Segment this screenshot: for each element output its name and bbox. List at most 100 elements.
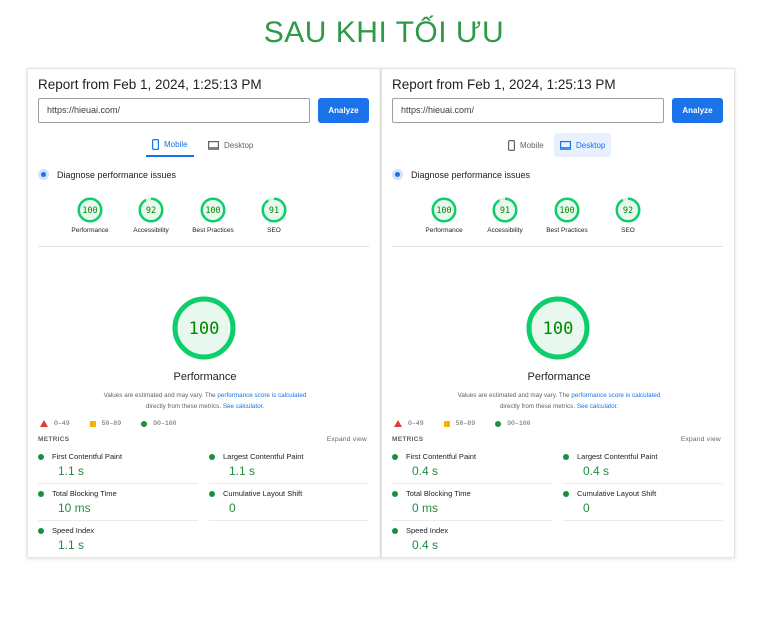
divider — [38, 246, 369, 247]
score-gauge-seo[interactable]: 91 SEO — [244, 197, 304, 234]
divider — [392, 246, 723, 247]
good-status-icon — [209, 453, 215, 460]
expand-view-toggle[interactable]: Expand view — [681, 436, 721, 443]
phone-icon — [152, 138, 159, 150]
metric-divider — [38, 520, 198, 521]
metric-item: Total Blocking Time 10 ms — [38, 489, 188, 515]
diagnose-header: Diagnose performance issues — [392, 169, 530, 180]
metric-value: 10 ms — [58, 501, 91, 515]
tab-mobile[interactable]: Mobile — [146, 133, 194, 157]
metric-name: Speed Index — [52, 526, 95, 535]
score-gauge-value: 100 — [436, 206, 451, 216]
metric-name-row: Speed Index — [38, 526, 188, 535]
score-legend: 0–49 50–89 90–100 — [40, 420, 177, 427]
tab-desktop[interactable]: Desktop — [554, 133, 612, 157]
note-text-1: Values are estimated and may vary. The — [103, 392, 218, 399]
metric-value: 1.1 s — [58, 538, 85, 552]
url-input[interactable]: https://hieuai.com/ — [392, 98, 664, 123]
analyze-button[interactable]: Analyze — [318, 98, 369, 123]
circle-icon — [141, 420, 148, 427]
score-gauge-label: SEO — [621, 227, 635, 234]
score-gauge-svg: 100 — [77, 197, 103, 223]
good-status-icon — [563, 490, 569, 497]
performance-gauge-value: 100 — [543, 319, 574, 339]
metric-value: 1.1 s — [229, 464, 256, 478]
metric-value: 0 — [229, 501, 236, 515]
score-gauge-best-practices[interactable]: 100 Best Practices — [183, 197, 243, 234]
monitor-icon — [208, 140, 219, 150]
tab-mobile-label: Mobile — [520, 140, 544, 150]
tab-mobile[interactable]: Mobile — [502, 133, 550, 157]
metrics-header: METRICS — [392, 436, 424, 443]
tab-desktop-label: Desktop — [224, 140, 254, 150]
score-gauge-accessibility[interactable]: 91 Accessibility — [475, 197, 535, 234]
metric-name: Total Blocking Time — [406, 489, 471, 498]
url-input[interactable]: https://hieuai.com/ — [38, 98, 310, 123]
tab-desktop[interactable]: Desktop — [202, 133, 259, 157]
score-gauge-svg: 100 — [200, 197, 226, 223]
performance-gauge: 100 — [526, 296, 590, 365]
score-gauge-label: Best Practices — [192, 227, 234, 234]
note-text-2: directly from these metrics. — [145, 403, 223, 410]
note-text-2: directly from these metrics. — [499, 403, 577, 410]
triangle-icon — [394, 420, 402, 427]
metric-divider — [392, 520, 552, 521]
metric-item: Largest Contentful Paint 1.1 s — [209, 452, 359, 478]
legend-good: 90–100 — [495, 420, 531, 427]
tab-desktop-label: Desktop — [576, 140, 606, 150]
calculator-link[interactable]: See calculator. — [223, 403, 264, 410]
good-status-icon — [392, 527, 398, 534]
metric-name-row: Largest Contentful Paint — [563, 452, 713, 461]
diagnose-icon — [392, 169, 403, 180]
score-gauge-label: Accessibility — [133, 227, 169, 234]
metric-name: Cumulative Layout Shift — [577, 489, 657, 498]
analyze-button[interactable]: Analyze — [672, 98, 723, 123]
good-status-icon — [563, 453, 569, 460]
score-calc-link[interactable]: performance score is calculated — [571, 392, 660, 399]
diagnose-label: Diagnose performance issues — [411, 169, 531, 180]
square-icon — [443, 420, 450, 427]
calculator-link[interactable]: See calculator. — [577, 403, 618, 410]
performance-gauge-value: 100 — [189, 319, 220, 339]
metric-item: Total Blocking Time 0 ms — [392, 489, 542, 515]
good-status-icon — [38, 453, 44, 460]
legend-good: 90–100 — [141, 420, 177, 427]
score-gauge-value: 100 — [205, 206, 220, 216]
score-gauge-value: 100 — [559, 206, 574, 216]
performance-gauge-svg: 100 — [172, 296, 236, 360]
metric-value: 0 — [583, 501, 590, 515]
score-gauge-best-practices[interactable]: 100 Best Practices — [537, 197, 597, 234]
legend-average-label: 50–89 — [101, 420, 122, 427]
metric-name-row: Speed Index — [392, 526, 542, 535]
performance-gauge-label: Performance — [173, 371, 237, 383]
score-gauge-value: 91 — [500, 206, 510, 216]
legend-bad-label: 0–49 — [408, 420, 424, 427]
score-gauge-label: SEO — [267, 227, 281, 234]
metric-name-row: First Contentful Paint — [38, 452, 188, 461]
score-gauge-svg: 92 — [138, 197, 164, 223]
diagnose-label: Diagnose performance issues — [57, 169, 177, 180]
score-calc-link[interactable]: performance score is calculated — [217, 392, 306, 399]
score-gauge-label: Best Practices — [546, 227, 588, 234]
metric-name-row: Largest Contentful Paint — [209, 452, 359, 461]
metric-item: First Contentful Paint 1.1 s — [38, 452, 188, 478]
report-panel-desktop: Report from Feb 1, 2024, 1:25:13 PM http… — [381, 68, 735, 558]
score-legend: 0–49 50–89 90–100 — [394, 420, 531, 427]
metric-value: 0.4 s — [412, 538, 439, 552]
legend-average: 50–89 — [89, 420, 122, 427]
metric-value: 0 ms — [412, 501, 439, 515]
score-gauge-seo[interactable]: 92 SEO — [598, 197, 658, 234]
metric-item: First Contentful Paint 0.4 s — [392, 452, 542, 478]
metric-divider — [209, 520, 369, 521]
score-gauge-performance[interactable]: 100 Performance — [414, 197, 474, 234]
expand-view-toggle[interactable]: Expand view — [327, 436, 367, 443]
legend-good-label: 90–100 — [153, 420, 177, 427]
score-gauge-accessibility[interactable]: 92 Accessibility — [121, 197, 181, 234]
score-gauge-label: Performance — [71, 227, 109, 234]
metric-value: 0.4 s — [583, 464, 610, 478]
score-gauge-performance[interactable]: 100 Performance — [60, 197, 120, 234]
tab-mobile-label: Mobile — [164, 139, 188, 149]
legend-good-label: 90–100 — [507, 420, 531, 427]
score-gauge-svg: 100 — [431, 197, 457, 223]
performance-gauge-label: Performance — [527, 371, 591, 383]
